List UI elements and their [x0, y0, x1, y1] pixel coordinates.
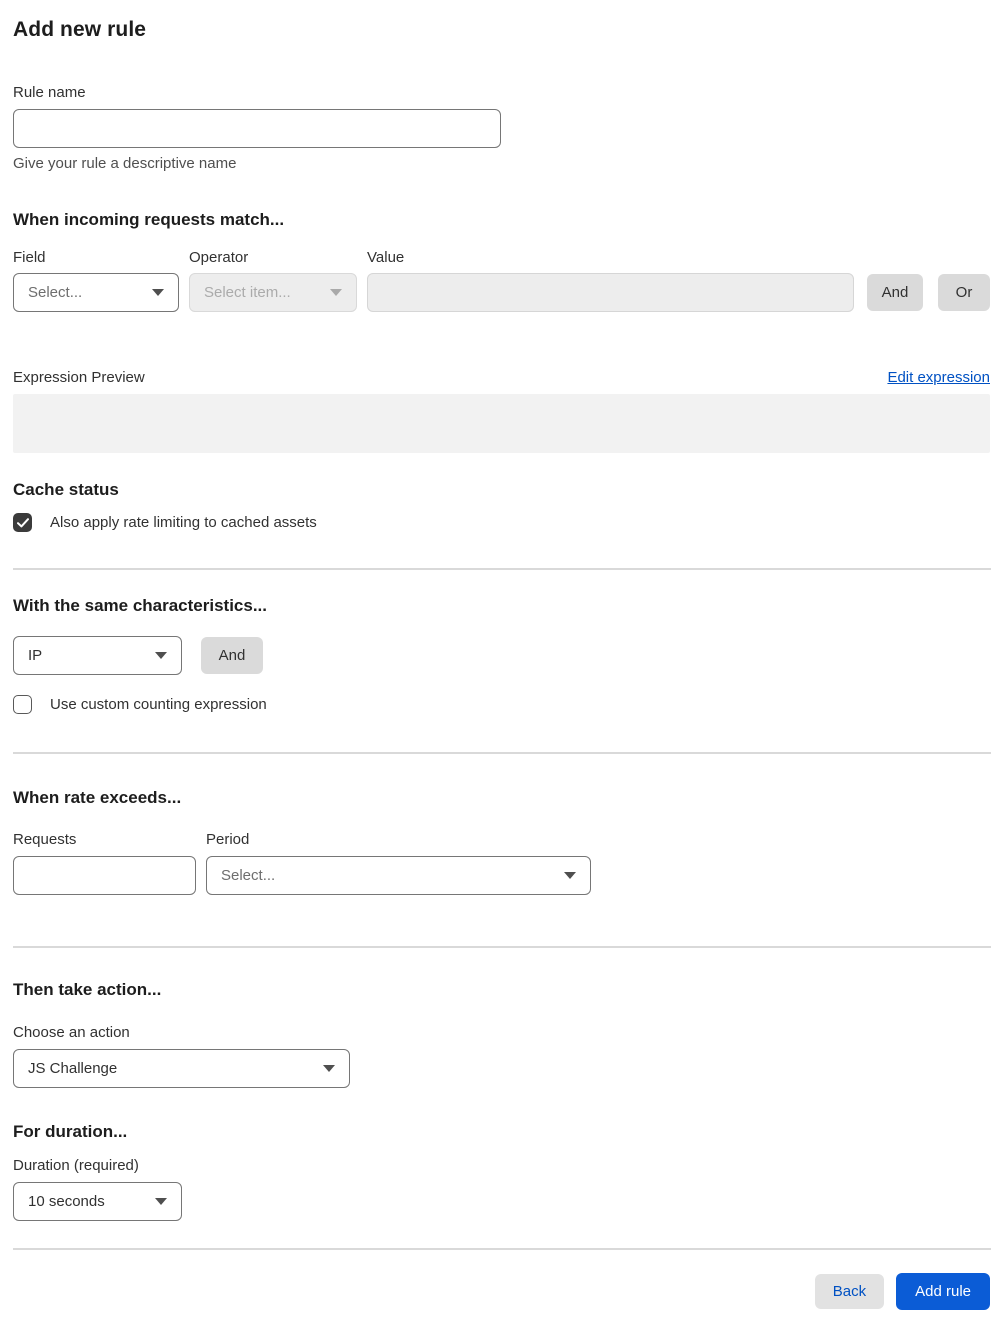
add-rule-form: Add new rule Rule name Give your rule a …: [0, 0, 1002, 1310]
and-button[interactable]: And: [867, 274, 923, 311]
characteristic-select[interactable]: IP: [13, 636, 182, 675]
or-button[interactable]: Or: [938, 274, 990, 311]
rate-heading: When rate exceeds...: [13, 788, 182, 807]
operator-select: Select item...: [189, 273, 357, 312]
chevron-down-icon: [152, 289, 164, 296]
back-button[interactable]: Back: [814, 1274, 885, 1309]
divider: [13, 1248, 991, 1250]
cached-assets-checkbox-row: Also apply rate limiting to cached asset…: [13, 513, 990, 532]
characteristics-row: IP And: [13, 636, 990, 675]
expression-preview-box: [13, 394, 990, 453]
choose-action-label: Choose an action: [13, 1024, 130, 1041]
requests-column: Requests: [13, 831, 196, 895]
field-label: Field: [13, 249, 46, 266]
duration-section: For duration... Duration (required) 10 s…: [13, 1122, 990, 1221]
requests-input[interactable]: [13, 856, 196, 895]
field-select-value: Select...: [28, 284, 83, 301]
rule-name-label: Rule name: [13, 84, 86, 101]
divider: [13, 946, 991, 948]
match-section-heading: When incoming requests match...: [13, 210, 285, 229]
checkmark-icon: [16, 517, 29, 527]
characteristics-and-button[interactable]: And: [201, 637, 263, 674]
period-column: Period Select...: [206, 831, 591, 895]
expression-preview-row: Expression Preview Edit expression: [13, 369, 990, 386]
edit-expression-link[interactable]: Edit expression: [887, 369, 990, 386]
rule-name-helper: Give your rule a descriptive name: [13, 155, 237, 172]
rule-name-group: Rule name Give your rule a descriptive n…: [13, 84, 990, 172]
period-select[interactable]: Select...: [206, 856, 591, 895]
rate-row: Requests Period Select...: [13, 831, 990, 895]
add-rule-button[interactable]: Add rule: [896, 1273, 990, 1310]
cache-status-heading: Cache status: [13, 480, 119, 499]
divider: [13, 752, 991, 754]
match-row: Field Select... Operator Select item... …: [13, 249, 990, 312]
value-label: Value: [367, 249, 405, 266]
chevron-down-icon: [564, 872, 576, 879]
rate-section: When rate exceeds... Requests Period Sel…: [13, 788, 990, 895]
custom-counting-checkbox-row: Use custom counting expression: [13, 695, 990, 714]
operator-column: Operator Select item...: [189, 249, 357, 312]
action-select[interactable]: JS Challenge: [13, 1049, 350, 1088]
cache-status-section: Cache status Also apply rate limiting to…: [13, 480, 990, 532]
footer-actions: Back Add rule: [13, 1273, 990, 1310]
action-section: Then take action... Choose an action JS …: [13, 980, 990, 1088]
operator-label: Operator: [189, 249, 249, 266]
operator-select-value: Select item...: [204, 284, 291, 301]
duration-heading: For duration...: [13, 1122, 128, 1141]
page-title: Add new rule: [13, 18, 147, 41]
requests-label: Requests: [13, 831, 77, 848]
duration-select-value: 10 seconds: [28, 1193, 105, 1210]
period-label: Period: [206, 831, 250, 848]
chevron-down-icon: [155, 1198, 167, 1205]
cached-assets-checkbox[interactable]: [13, 513, 32, 532]
action-heading: Then take action...: [13, 980, 162, 999]
rule-name-input[interactable]: [13, 109, 501, 148]
value-input: [367, 273, 854, 312]
period-select-value: Select...: [221, 867, 276, 884]
chevron-down-icon: [155, 652, 167, 659]
value-column: Value: [367, 249, 854, 312]
field-select[interactable]: Select...: [13, 273, 179, 312]
expression-preview-label: Expression Preview: [13, 369, 145, 386]
custom-counting-checkbox-label[interactable]: Use custom counting expression: [50, 696, 267, 713]
custom-counting-checkbox[interactable]: [13, 695, 32, 714]
cached-assets-checkbox-label[interactable]: Also apply rate limiting to cached asset…: [50, 514, 317, 531]
match-section: When incoming requests match... Field Se…: [13, 210, 990, 453]
divider: [13, 568, 991, 570]
characteristic-select-value: IP: [28, 647, 43, 664]
characteristics-section: With the same characteristics... IP And …: [13, 596, 990, 714]
field-column: Field Select...: [13, 249, 179, 312]
action-select-value: JS Challenge: [28, 1060, 118, 1077]
chevron-down-icon: [323, 1065, 335, 1072]
duration-select[interactable]: 10 seconds: [13, 1182, 182, 1221]
chevron-down-icon: [330, 289, 342, 296]
characteristics-heading: With the same characteristics...: [13, 596, 268, 615]
duration-label: Duration (required): [13, 1157, 139, 1174]
